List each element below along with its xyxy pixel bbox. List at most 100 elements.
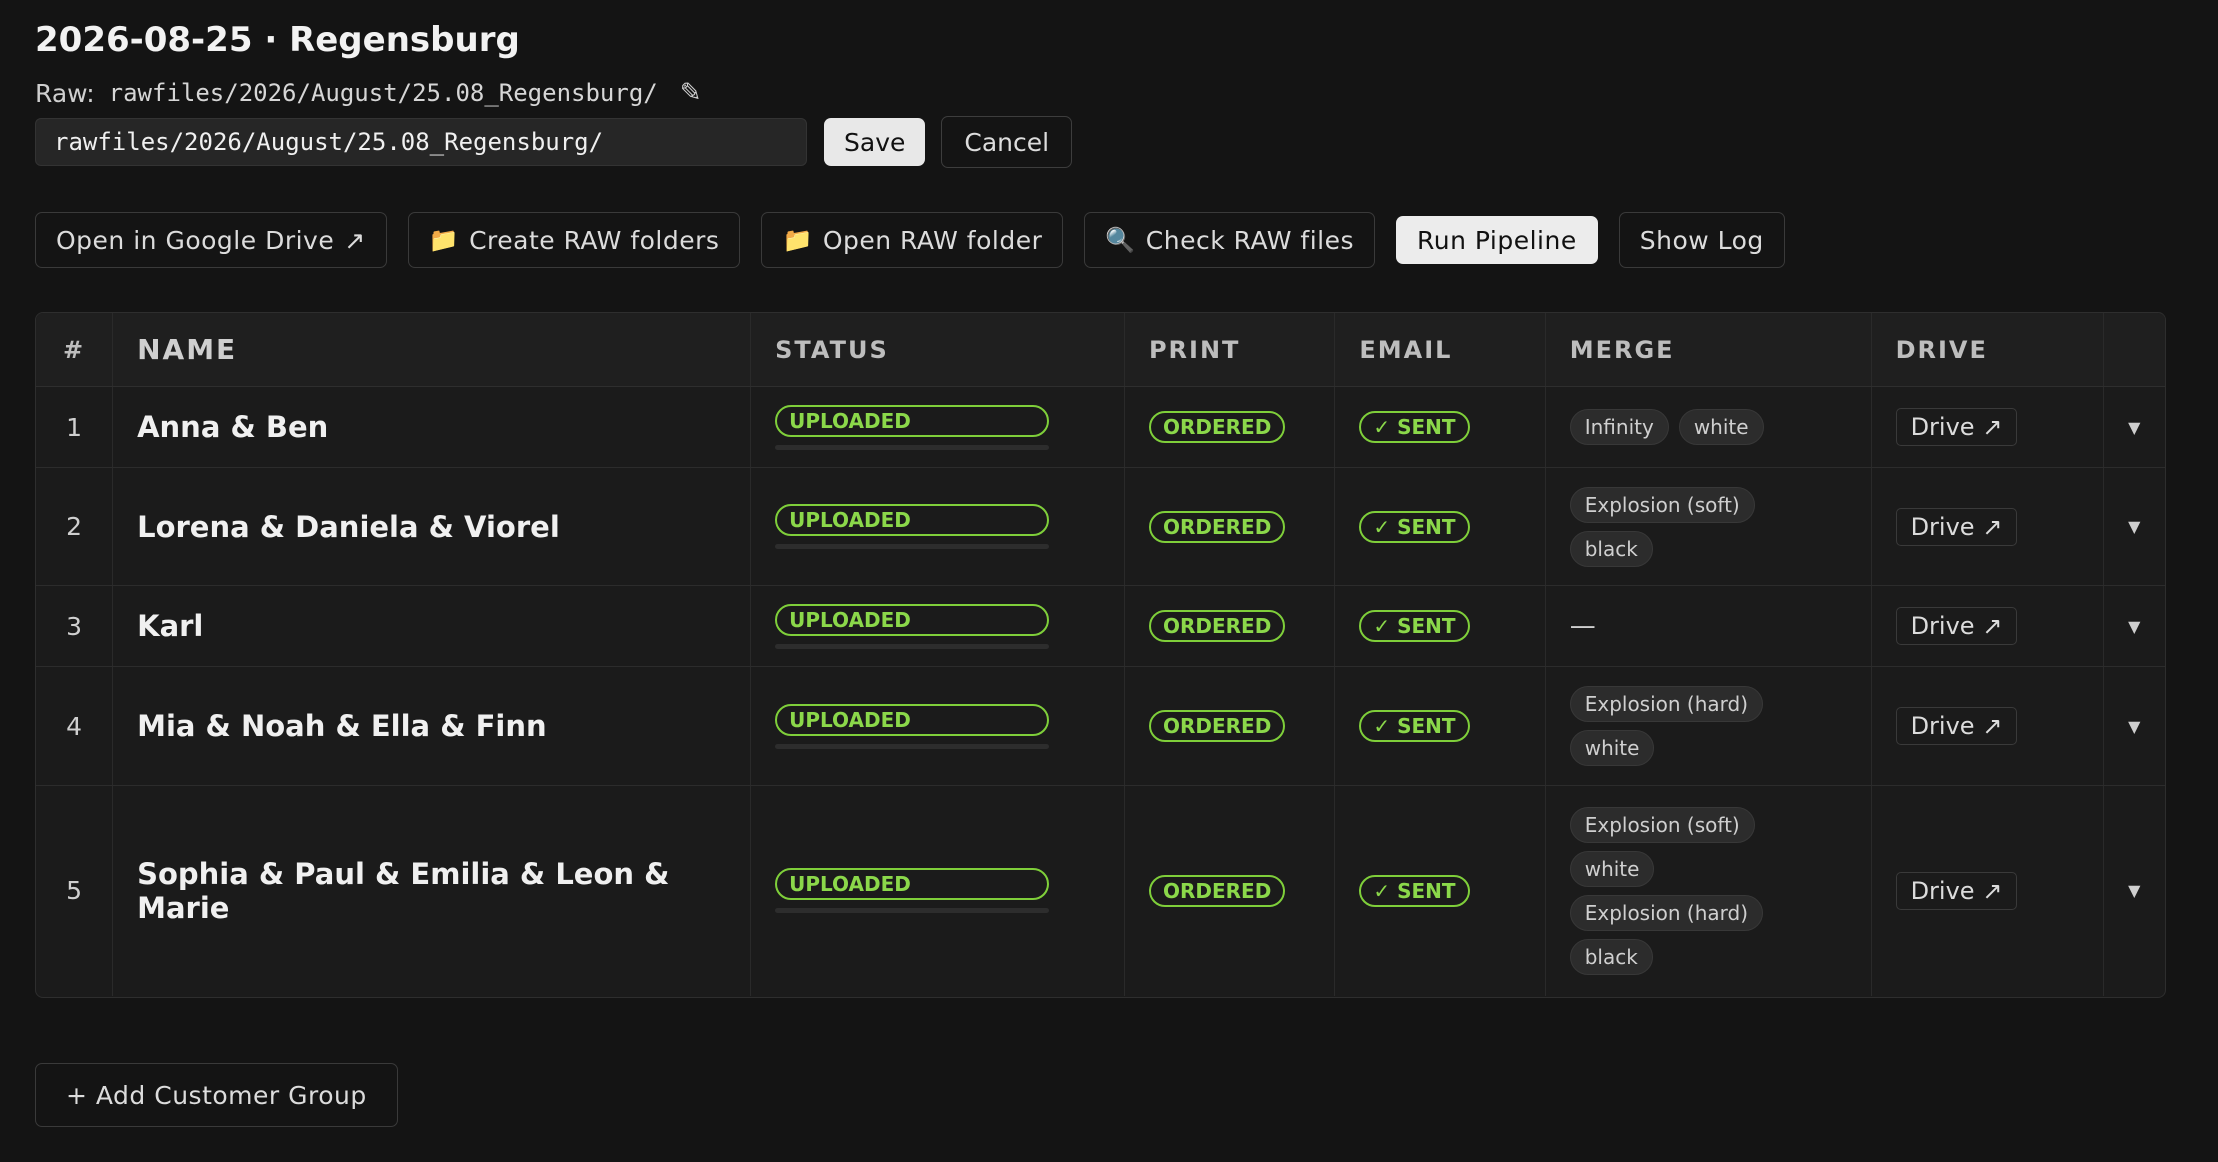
email-badge: ✓ SENT <box>1359 710 1470 742</box>
email-cell: ✓ SENT <box>1334 467 1546 586</box>
merge-chip: Infinity <box>1569 409 1669 445</box>
row-name: Anna & Ben <box>112 386 751 468</box>
drive-cell: Drive ↗ <box>1870 467 2104 586</box>
add-customer-group-button[interactable]: + Add Customer Group <box>35 1063 398 1127</box>
create-raw-folders-button[interactable]: 📁 Create RAW folders <box>407 212 741 268</box>
header-num: # <box>36 313 113 387</box>
row-name: Sophia & Paul & Emilia & Leon & Marie <box>112 785 751 996</box>
chevron-down-icon[interactable]: ▼ <box>2102 386 2165 468</box>
pencil-icon[interactable]: ✎ <box>680 78 702 108</box>
raw-path-input[interactable] <box>35 118 807 166</box>
merge-chip: white <box>1569 730 1655 766</box>
check-raw-files-label: Check RAW files <box>1145 225 1354 255</box>
folder-icon: 📁 <box>782 226 813 254</box>
header-print: PRINT <box>1123 313 1335 387</box>
page: 2026-08-25 · Regensburg Raw: rawfiles/20… <box>0 0 2218 1162</box>
header-actions <box>2102 313 2165 387</box>
status-cell: UPLOADED <box>750 585 1125 667</box>
status-cell: UPLOADED <box>750 666 1125 786</box>
magnifier-icon: 🔍 <box>1105 226 1136 254</box>
merge-chip: Explosion (soft) <box>1569 806 1755 843</box>
row-number: 3 <box>36 585 113 667</box>
table-row[interactable]: 5 Sophia & Paul & Emilia & Leon & Marie … <box>36 785 2165 996</box>
status-progress-bar <box>775 444 1050 450</box>
merge-chip: black <box>1569 938 1653 975</box>
email-badge: ✓ SENT <box>1359 510 1470 543</box>
status-badge: UPLOADED <box>775 603 1050 636</box>
drive-link-button[interactable]: Drive ↗ <box>1895 707 2018 745</box>
status-badge: UPLOADED <box>775 504 1050 536</box>
status-progress-bar <box>775 743 1050 749</box>
status-cell: UPLOADED <box>750 386 1125 468</box>
table-row[interactable]: 2 Lorena & Daniela & Viorel UPLOADED ORD… <box>36 467 2165 586</box>
merge-chip: Explosion (hard) <box>1569 686 1764 722</box>
row-number: 4 <box>36 666 113 786</box>
table-row[interactable]: 4 Mia & Noah & Ella & Finn UPLOADED ORDE… <box>36 666 2165 786</box>
drive-cell: Drive ↗ <box>1870 386 2104 468</box>
raw-path-text: rawfiles/2026/August/25.08_Regensburg/ <box>108 79 658 107</box>
row-number: 2 <box>36 467 113 586</box>
row-number: 1 <box>36 386 113 468</box>
email-cell: ✓ SENT <box>1334 666 1546 786</box>
merge-cell: Explosion (hard) white <box>1544 666 1872 786</box>
header-name: NAME <box>112 313 751 387</box>
drive-link-button[interactable]: Drive ↗ <box>1895 607 2018 645</box>
print-badge: ORDERED <box>1148 610 1286 642</box>
cancel-button[interactable]: Cancel <box>941 116 1073 168</box>
status-cell: UPLOADED <box>750 467 1125 586</box>
row-name: Karl <box>112 585 751 667</box>
merge-chip: black <box>1569 530 1653 567</box>
external-link-icon: ↗ <box>344 225 366 255</box>
page-title: 2026-08-25 · Regensburg <box>35 20 520 60</box>
merge-chip: white <box>1569 850 1655 887</box>
email-cell: ✓ SENT <box>1334 386 1546 468</box>
row-name: Mia & Noah & Ella & Finn <box>112 666 751 786</box>
email-badge: ✓ SENT <box>1359 874 1470 907</box>
email-cell: ✓ SENT <box>1334 785 1546 996</box>
status-progress-bar <box>775 908 1050 914</box>
email-cell: ✓ SENT <box>1334 585 1546 667</box>
header-drive: DRIVE <box>1870 313 2104 387</box>
drive-cell: Drive ↗ <box>1870 785 2104 996</box>
print-badge: ORDERED <box>1148 874 1286 907</box>
customer-groups-table: # NAME STATUS PRINT EMAIL MERGE DRIVE 1 … <box>35 312 2166 998</box>
header-email: EMAIL <box>1334 313 1546 387</box>
merge-cell: Infinity white <box>1544 386 1872 468</box>
status-cell: UPLOADED <box>750 785 1125 996</box>
merge-chip: Explosion (soft) <box>1569 486 1755 523</box>
check-raw-files-button[interactable]: 🔍 Check RAW files <box>1084 212 1375 268</box>
print-cell: ORDERED <box>1123 666 1335 786</box>
drive-cell: Drive ↗ <box>1870 666 2104 786</box>
drive-link-button[interactable]: Drive ↗ <box>1895 408 2018 446</box>
toolbar: Open in Google Drive ↗ 📁 Create RAW fold… <box>35 212 1806 268</box>
print-badge: ORDERED <box>1148 710 1286 742</box>
drive-link-button[interactable]: Drive ↗ <box>1895 871 2018 910</box>
raw-label: Raw: <box>35 78 95 108</box>
open-google-drive-label: Open in Google Drive <box>56 225 335 255</box>
table-row[interactable]: 1 Anna & Ben UPLOADED ORDERED ✓ SENT Inf… <box>36 386 2165 468</box>
print-badge: ORDERED <box>1148 411 1286 443</box>
show-log-button[interactable]: Show Log <box>1618 212 1785 268</box>
open-raw-folder-label: Open RAW folder <box>822 225 1043 255</box>
merge-empty: — <box>1569 611 1596 641</box>
merge-cell: Explosion (soft) black <box>1544 467 1872 586</box>
merge-cell: — <box>1544 585 1872 667</box>
chevron-down-icon[interactable]: ▼ <box>2102 585 2165 667</box>
chevron-down-icon[interactable]: ▼ <box>2102 666 2165 786</box>
status-badge: UPLOADED <box>775 404 1050 437</box>
save-button[interactable]: Save <box>824 118 926 166</box>
drive-link-button[interactable]: Drive ↗ <box>1895 507 2018 546</box>
print-cell: ORDERED <box>1123 467 1335 586</box>
chevron-down-icon[interactable]: ▼ <box>2102 467 2165 586</box>
open-raw-folder-button[interactable]: 📁 Open RAW folder <box>761 212 1064 268</box>
print-cell: ORDERED <box>1123 785 1335 996</box>
run-pipeline-button[interactable]: Run Pipeline <box>1396 216 1598 264</box>
status-badge: UPLOADED <box>775 703 1050 736</box>
open-google-drive-button[interactable]: Open in Google Drive ↗ <box>35 212 387 268</box>
print-cell: ORDERED <box>1123 386 1335 468</box>
merge-cell: Explosion (soft) white Explosion (hard) … <box>1544 785 1872 996</box>
chevron-down-icon[interactable]: ▼ <box>2102 785 2165 996</box>
print-cell: ORDERED <box>1123 585 1335 667</box>
table-header-row: # NAME STATUS PRINT EMAIL MERGE DRIVE <box>36 313 2165 387</box>
table-row[interactable]: 3 Karl UPLOADED ORDERED ✓ SENT — Drive ↗… <box>36 585 2165 667</box>
